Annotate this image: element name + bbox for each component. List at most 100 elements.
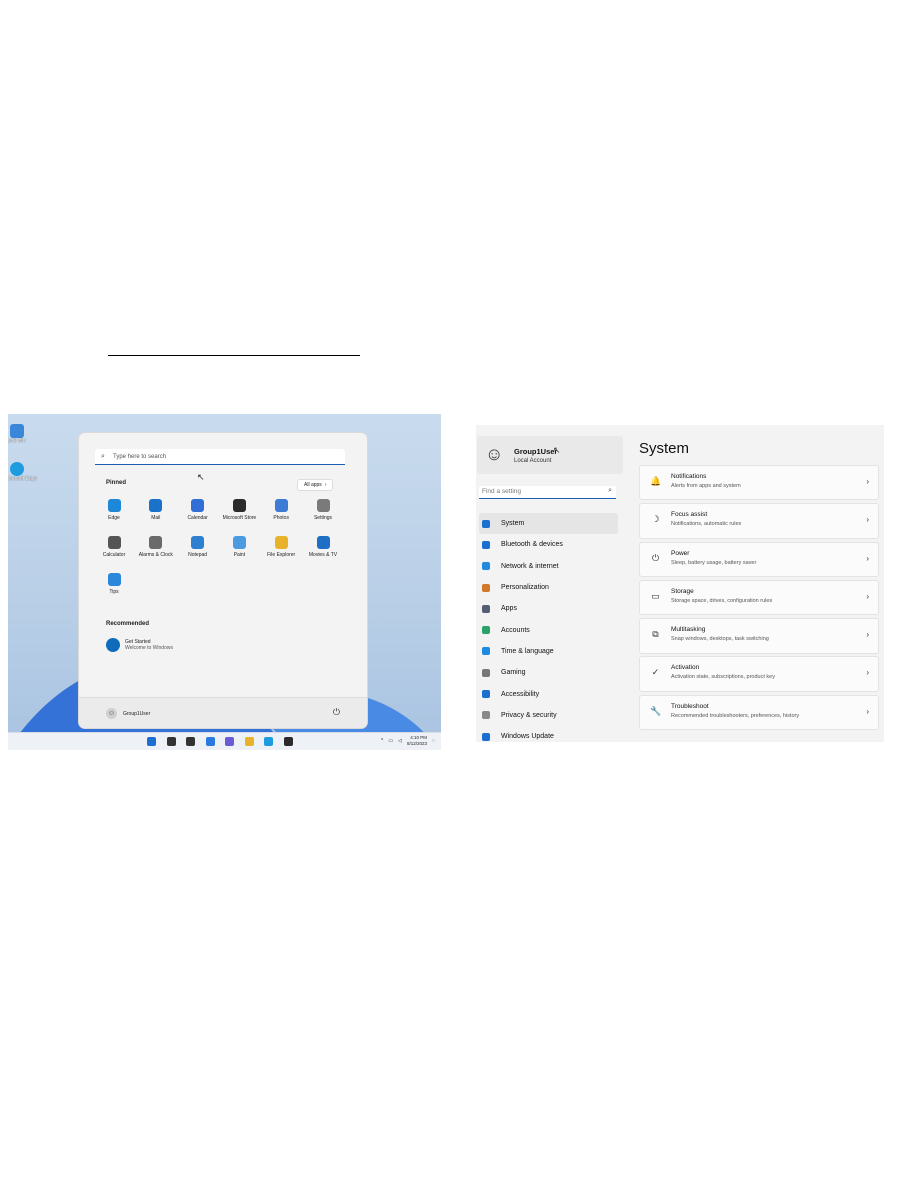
- pinned-app-movies-tv[interactable]: Movies & TV: [302, 536, 344, 558]
- widgets-icon[interactable]: [205, 737, 215, 746]
- card-description: Snap windows, desktops, task switching: [671, 636, 769, 643]
- store-icon[interactable]: [283, 737, 293, 746]
- network-icon[interactable]: ▭: [388, 738, 393, 744]
- settings-card-power[interactable]: ⏻ Power Sleep, battery usage, battery save…: [639, 541, 879, 577]
- user-button[interactable]: ☺ Group1User: [106, 708, 150, 719]
- all-apps-button[interactable]: All apps ›: [297, 479, 334, 491]
- calculator-icon: [107, 536, 121, 549]
- user-name: Group1User: [123, 710, 151, 717]
- chat-icon[interactable]: [225, 737, 234, 746]
- card-description: Storage space, drives, configuration rul…: [671, 597, 773, 604]
- pinned-app-tips[interactable]: Tips: [93, 573, 135, 595]
- pinned-heading: Pinned: [106, 480, 127, 486]
- chevron-up-icon[interactable]: ^: [381, 738, 383, 744]
- settings-cards: 🔔 Notifications Alerts from apps and syste…: [639, 465, 879, 733]
- nav-item-accessibility[interactable]: Accessibility: [479, 683, 618, 704]
- chevron-right-icon: ›: [324, 482, 327, 488]
- pinned-app-file-explorer[interactable]: File Explorer: [260, 536, 302, 558]
- nav-item-system[interactable]: System: [479, 513, 618, 535]
- all-apps-label: All apps: [304, 482, 322, 488]
- edge-icon[interactable]: [264, 737, 273, 746]
- settings-card-activation[interactable]: ✓ Activation Activation state, subscriptio…: [639, 656, 879, 692]
- settings-card-focus-assist[interactable]: ☽ Focus assist Notifications, automatic ru…: [639, 503, 879, 539]
- desktop-icon-label: ycle Bin: [8, 438, 26, 444]
- focus-assist-icon: ☽: [651, 514, 660, 525]
- nav-item-bluetooth-devices[interactable]: Bluetooth & devices: [479, 534, 618, 555]
- start-search-box[interactable]: ⌕ Type here to search: [95, 449, 345, 465]
- recommended-item-get-started[interactable]: Get Started Welcome to Windows: [106, 638, 173, 652]
- tips-icon: [107, 573, 121, 586]
- file-explorer-icon[interactable]: [244, 737, 254, 746]
- pinned-app-label: Notepad: [188, 552, 208, 558]
- notification-icon[interactable]: ◌: [432, 738, 435, 744]
- settings-card-notifications[interactable]: 🔔 Notifications Alerts from apps and syste…: [639, 465, 879, 501]
- card-title: Notifications: [671, 473, 707, 480]
- nav-item-personalization[interactable]: Personalization: [479, 577, 618, 598]
- settings-card-storage[interactable]: ▭ Storage Storage space, drives, configura…: [639, 579, 879, 616]
- card-title: Power: [671, 549, 690, 557]
- pinned-app-calculator[interactable]: Calculator: [93, 536, 135, 558]
- multitasking-icon: ⧉: [652, 629, 659, 640]
- pinned-app-calendar[interactable]: Calendar: [177, 499, 219, 521]
- find-setting-placeholder: Find a setting: [482, 488, 522, 495]
- nav-item-accounts[interactable]: Accounts: [479, 619, 618, 640]
- pinned-app-paint[interactable]: Paint: [218, 536, 260, 558]
- nav-item-label: Accessibility: [501, 690, 540, 698]
- nav-item-label: System: [501, 520, 525, 528]
- pinned-app-edge[interactable]: Edge: [93, 499, 135, 521]
- underline-rule: [108, 355, 360, 356]
- storage-icon: ▭: [651, 590, 660, 601]
- pinned-app-settings[interactable]: Settings: [302, 499, 344, 521]
- nav-item-apps[interactable]: Apps: [479, 598, 618, 619]
- start-menu: ⌕ Type here to search ↖ Pinned All apps …: [79, 433, 367, 728]
- network-internet-icon: [482, 562, 490, 571]
- card-title: Storage: [671, 587, 694, 595]
- desktop-icon-recycle-bin[interactable]: ycle Bin: [8, 424, 30, 444]
- pinned-app-alarms-clock[interactable]: Alarms & Clock: [135, 536, 177, 558]
- pinned-app-label: Settings: [313, 515, 333, 521]
- nav-item-privacy-security[interactable]: Privacy & security: [479, 705, 618, 726]
- settings-card-troubleshoot[interactable]: 🔧 Troubleshoot Recommended troubleshooters…: [639, 694, 879, 731]
- nav-item-label: Apps: [501, 605, 517, 613]
- notepad-icon: [191, 536, 205, 549]
- volume-icon[interactable]: ◁: [398, 738, 402, 744]
- movies-tv-icon: [316, 536, 330, 549]
- nav-item-gaming[interactable]: Gaming: [479, 662, 618, 683]
- pinned-app-label: Movies & TV: [308, 552, 338, 558]
- profile-card[interactable]: ☺ Group1User Local Account ↖: [477, 436, 623, 474]
- pinned-app-label: Edge: [108, 515, 120, 521]
- task-view-icon[interactable]: [186, 737, 195, 746]
- search-icon[interactable]: [166, 737, 176, 746]
- pinned-app-mail[interactable]: Mail: [135, 499, 177, 521]
- troubleshoot-icon: 🔧: [650, 705, 662, 716]
- card-description: Sleep, battery usage, battery saver: [671, 559, 757, 566]
- nav-item-time-language[interactable]: Time & language: [479, 641, 618, 662]
- nav-item-label: Privacy & security: [501, 711, 557, 719]
- nav-item-label: Windows Update: [501, 733, 554, 741]
- file-explorer-icon: [274, 536, 288, 549]
- pinned-app-microsoft-store[interactable]: Microsoft Store: [218, 499, 260, 521]
- bluetooth-devices-icon: [482, 540, 490, 549]
- pinned-app-notepad[interactable]: Notepad: [177, 536, 219, 558]
- desktop-icon-edge[interactable]: icrosoft Edge: [8, 462, 37, 482]
- power-icon[interactable]: ⏻: [333, 707, 340, 718]
- settings-card-multitasking[interactable]: ⧉ Multitasking Snap windows, desktops, tas…: [639, 618, 879, 654]
- pinned-app-label: Microsoft Store: [222, 515, 257, 521]
- get-started-icon: [106, 638, 120, 652]
- chevron-right-icon: ›: [866, 668, 869, 678]
- nav-item-windows-update[interactable]: Windows Update: [479, 726, 618, 742]
- card-title: Multitasking: [671, 626, 706, 634]
- search-icon: ⌕: [101, 452, 105, 460]
- clock[interactable]: 4:10 PM 8/12/2023: [407, 735, 427, 747]
- pinned-app-label: Mail: [151, 515, 161, 521]
- privacy-security-icon: [482, 711, 490, 720]
- user-avatar-icon: ☺: [485, 444, 504, 464]
- edge-icon: [10, 462, 24, 476]
- windows-update-icon: [482, 732, 490, 741]
- card-title: Activation: [671, 664, 700, 672]
- nav-item-network-internet[interactable]: Network & internet: [479, 556, 618, 577]
- settings-icon: [316, 499, 330, 512]
- find-setting-input[interactable]: Find a setting ⌕: [479, 486, 616, 499]
- start-icon[interactable]: [147, 737, 156, 746]
- pinned-app-photos[interactable]: Photos: [260, 499, 302, 521]
